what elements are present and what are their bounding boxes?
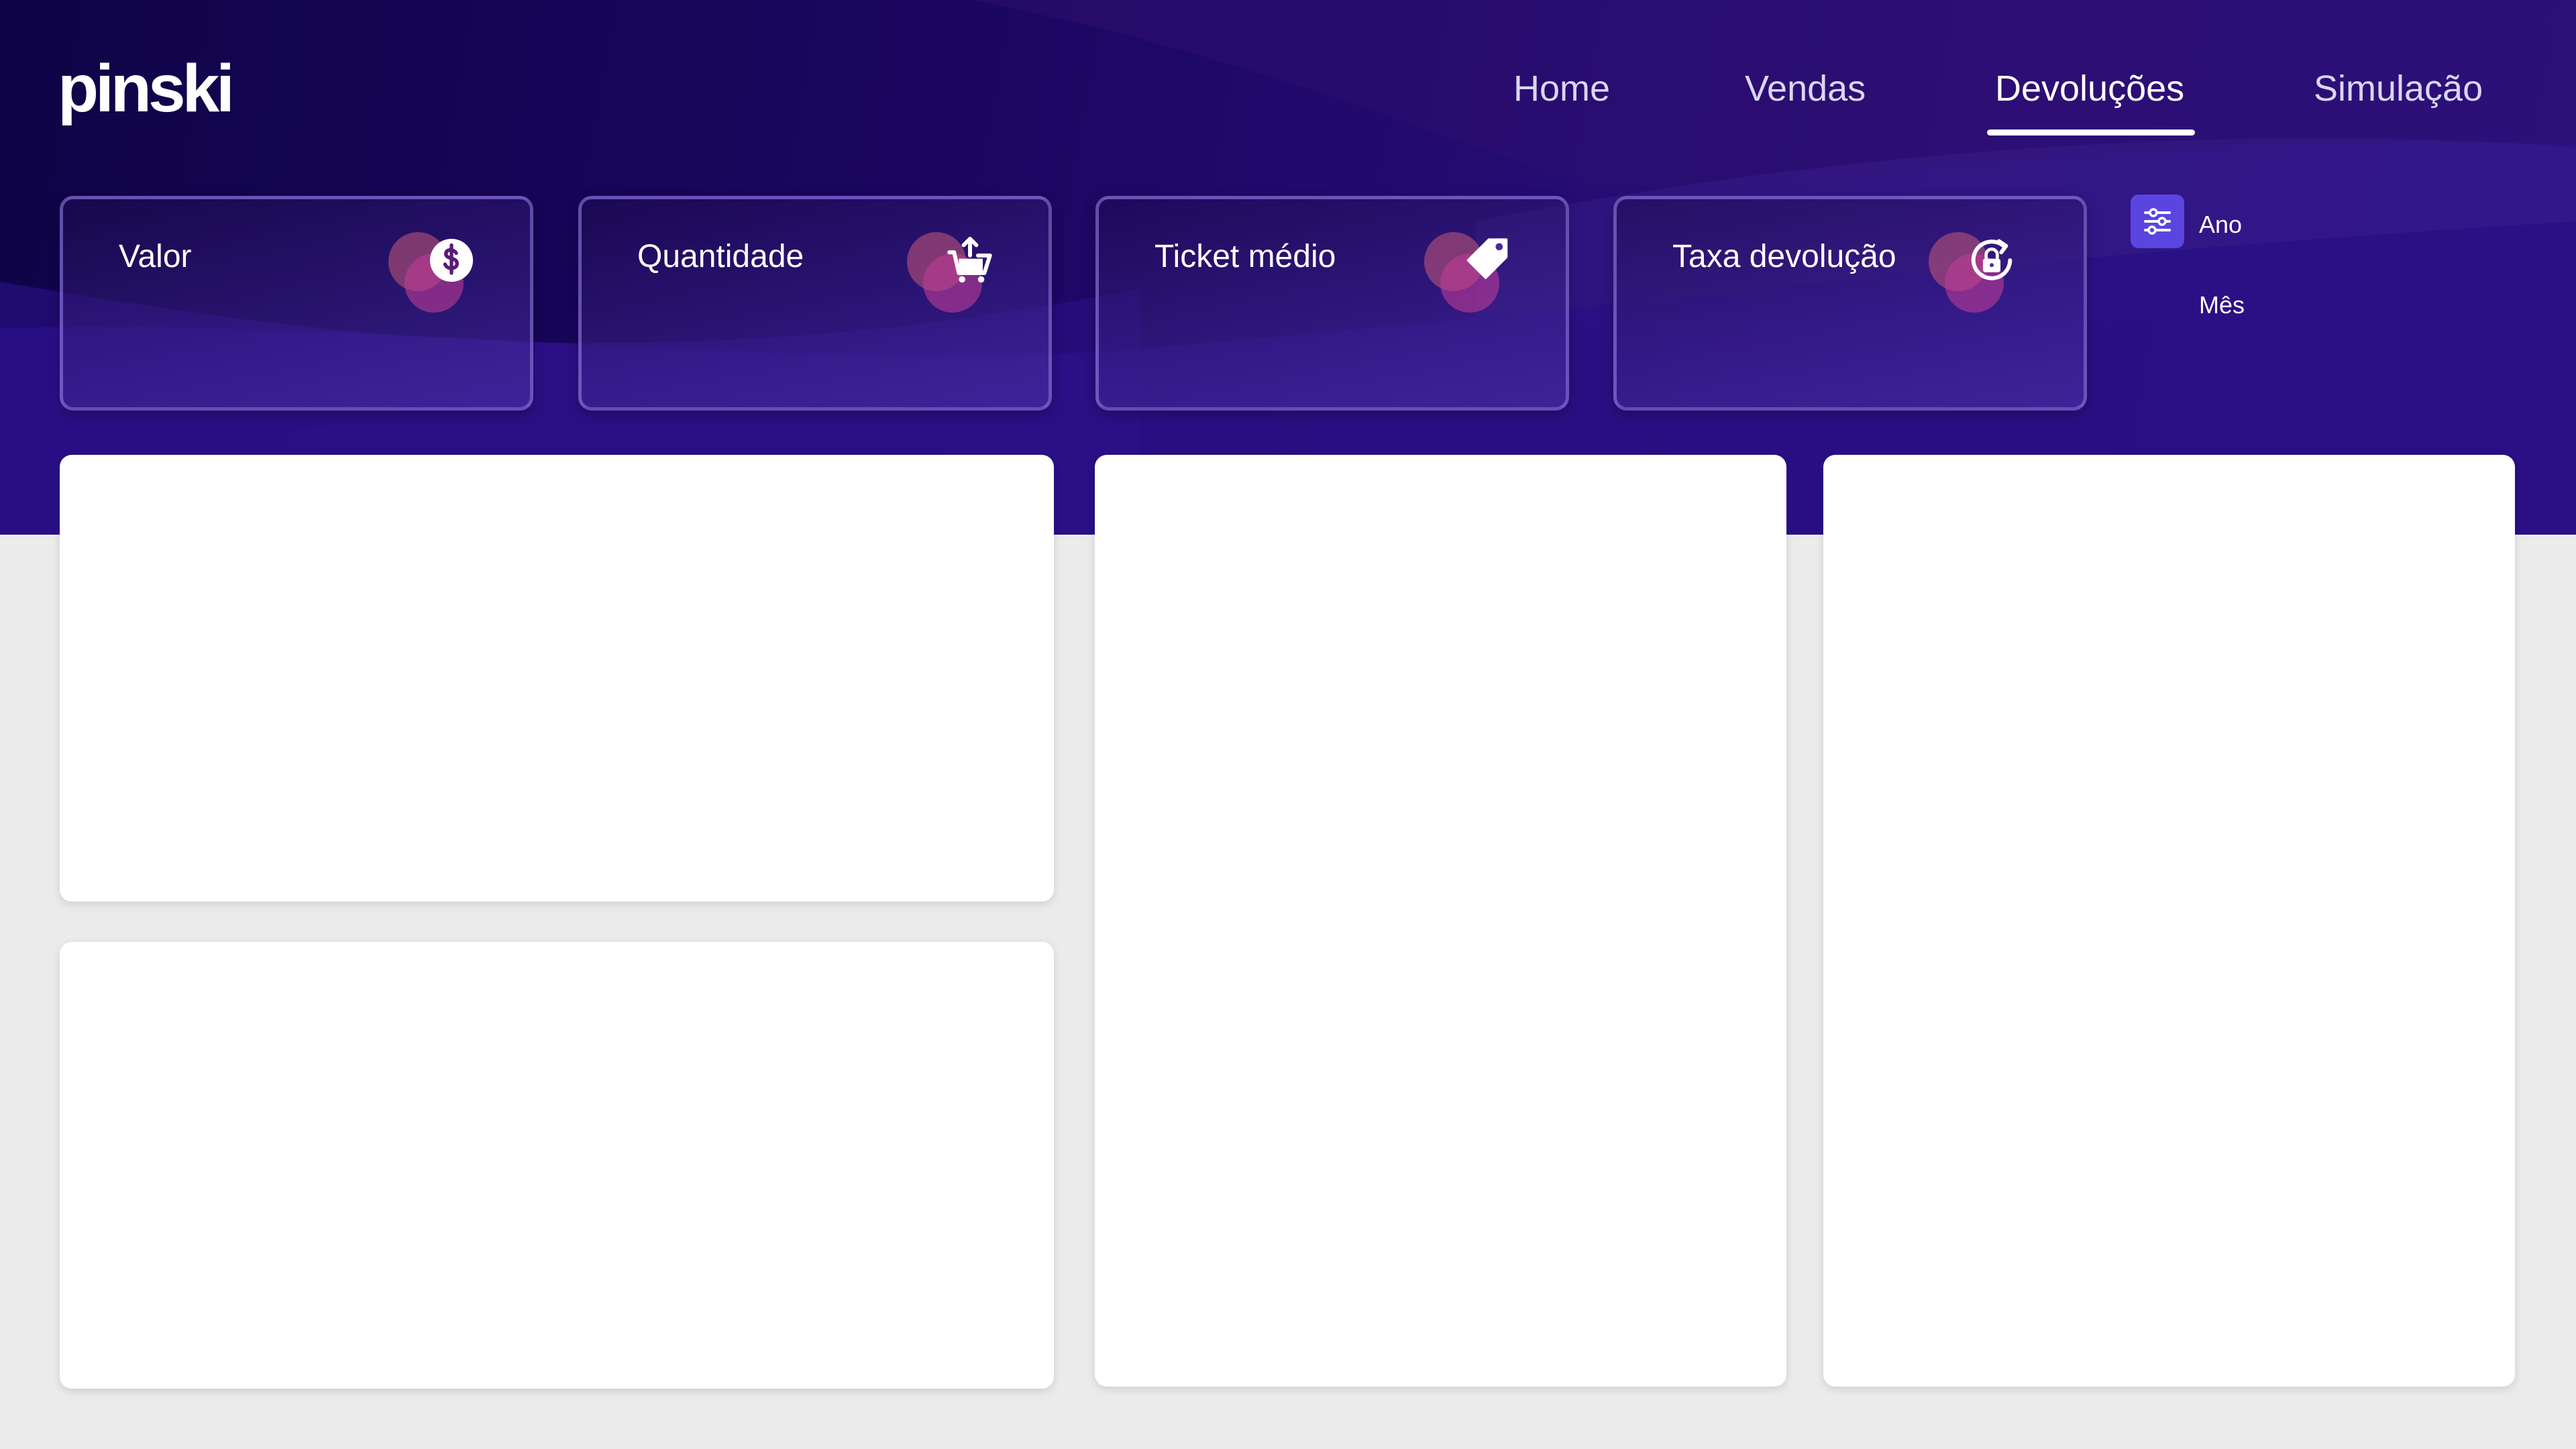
price-tag-icon bbox=[1466, 238, 1508, 279]
nav-vendas[interactable]: Vendas bbox=[1745, 62, 1866, 136]
lock-refresh-icon bbox=[1971, 239, 2012, 280]
kpi-card-taxa-devolucao[interactable]: Taxa devolução bbox=[1613, 196, 2087, 411]
kpi-card-ticket-medio[interactable]: Ticket médio bbox=[1095, 196, 1569, 411]
chart-panel-middle bbox=[1095, 455, 1786, 1387]
kpi-card-valor[interactable]: Valor bbox=[60, 196, 533, 411]
kpi-icon-container bbox=[1929, 232, 2023, 326]
sliders-icon bbox=[2144, 208, 2171, 235]
kpi-card-quantidade[interactable]: Quantidade bbox=[578, 196, 1052, 411]
nav-devolucoes-label: Devoluções bbox=[1995, 68, 2185, 109]
active-tab-indicator bbox=[1987, 129, 2196, 136]
nav-home[interactable]: Home bbox=[1513, 62, 1610, 136]
nav-home-label: Home bbox=[1513, 68, 1611, 109]
filter-option-ano[interactable]: Ano bbox=[2199, 211, 2242, 239]
main-navigation: Home Vendas Devoluções Simulação bbox=[0, 62, 2576, 142]
kpi-title: Taxa devolução bbox=[1672, 239, 1896, 274]
kpi-icon-container bbox=[388, 232, 482, 326]
chart-panel-bottom-left bbox=[60, 942, 1054, 1389]
kpi-icon-container bbox=[907, 232, 1001, 326]
kpi-title: Valor bbox=[119, 239, 192, 274]
filter-option-mes[interactable]: Mês bbox=[2199, 291, 2245, 319]
nav-simulacao[interactable]: Simulação bbox=[2314, 62, 2483, 136]
nav-simulacao-label: Simulação bbox=[2314, 68, 2483, 109]
nav-vendas-label: Vendas bbox=[1745, 68, 1866, 109]
shopping-basket-return-icon bbox=[947, 236, 992, 283]
filter-button[interactable] bbox=[2131, 195, 2184, 248]
dollar-circle-icon bbox=[429, 238, 474, 282]
chart-panel-right bbox=[1823, 455, 2515, 1387]
chart-panel-top-left bbox=[60, 455, 1054, 902]
kpi-title: Ticket médio bbox=[1155, 239, 1336, 274]
kpi-title: Quantidade bbox=[637, 239, 804, 274]
nav-devolucoes[interactable]: Devoluções bbox=[1987, 62, 2196, 136]
kpi-icon-container bbox=[1424, 232, 1518, 326]
